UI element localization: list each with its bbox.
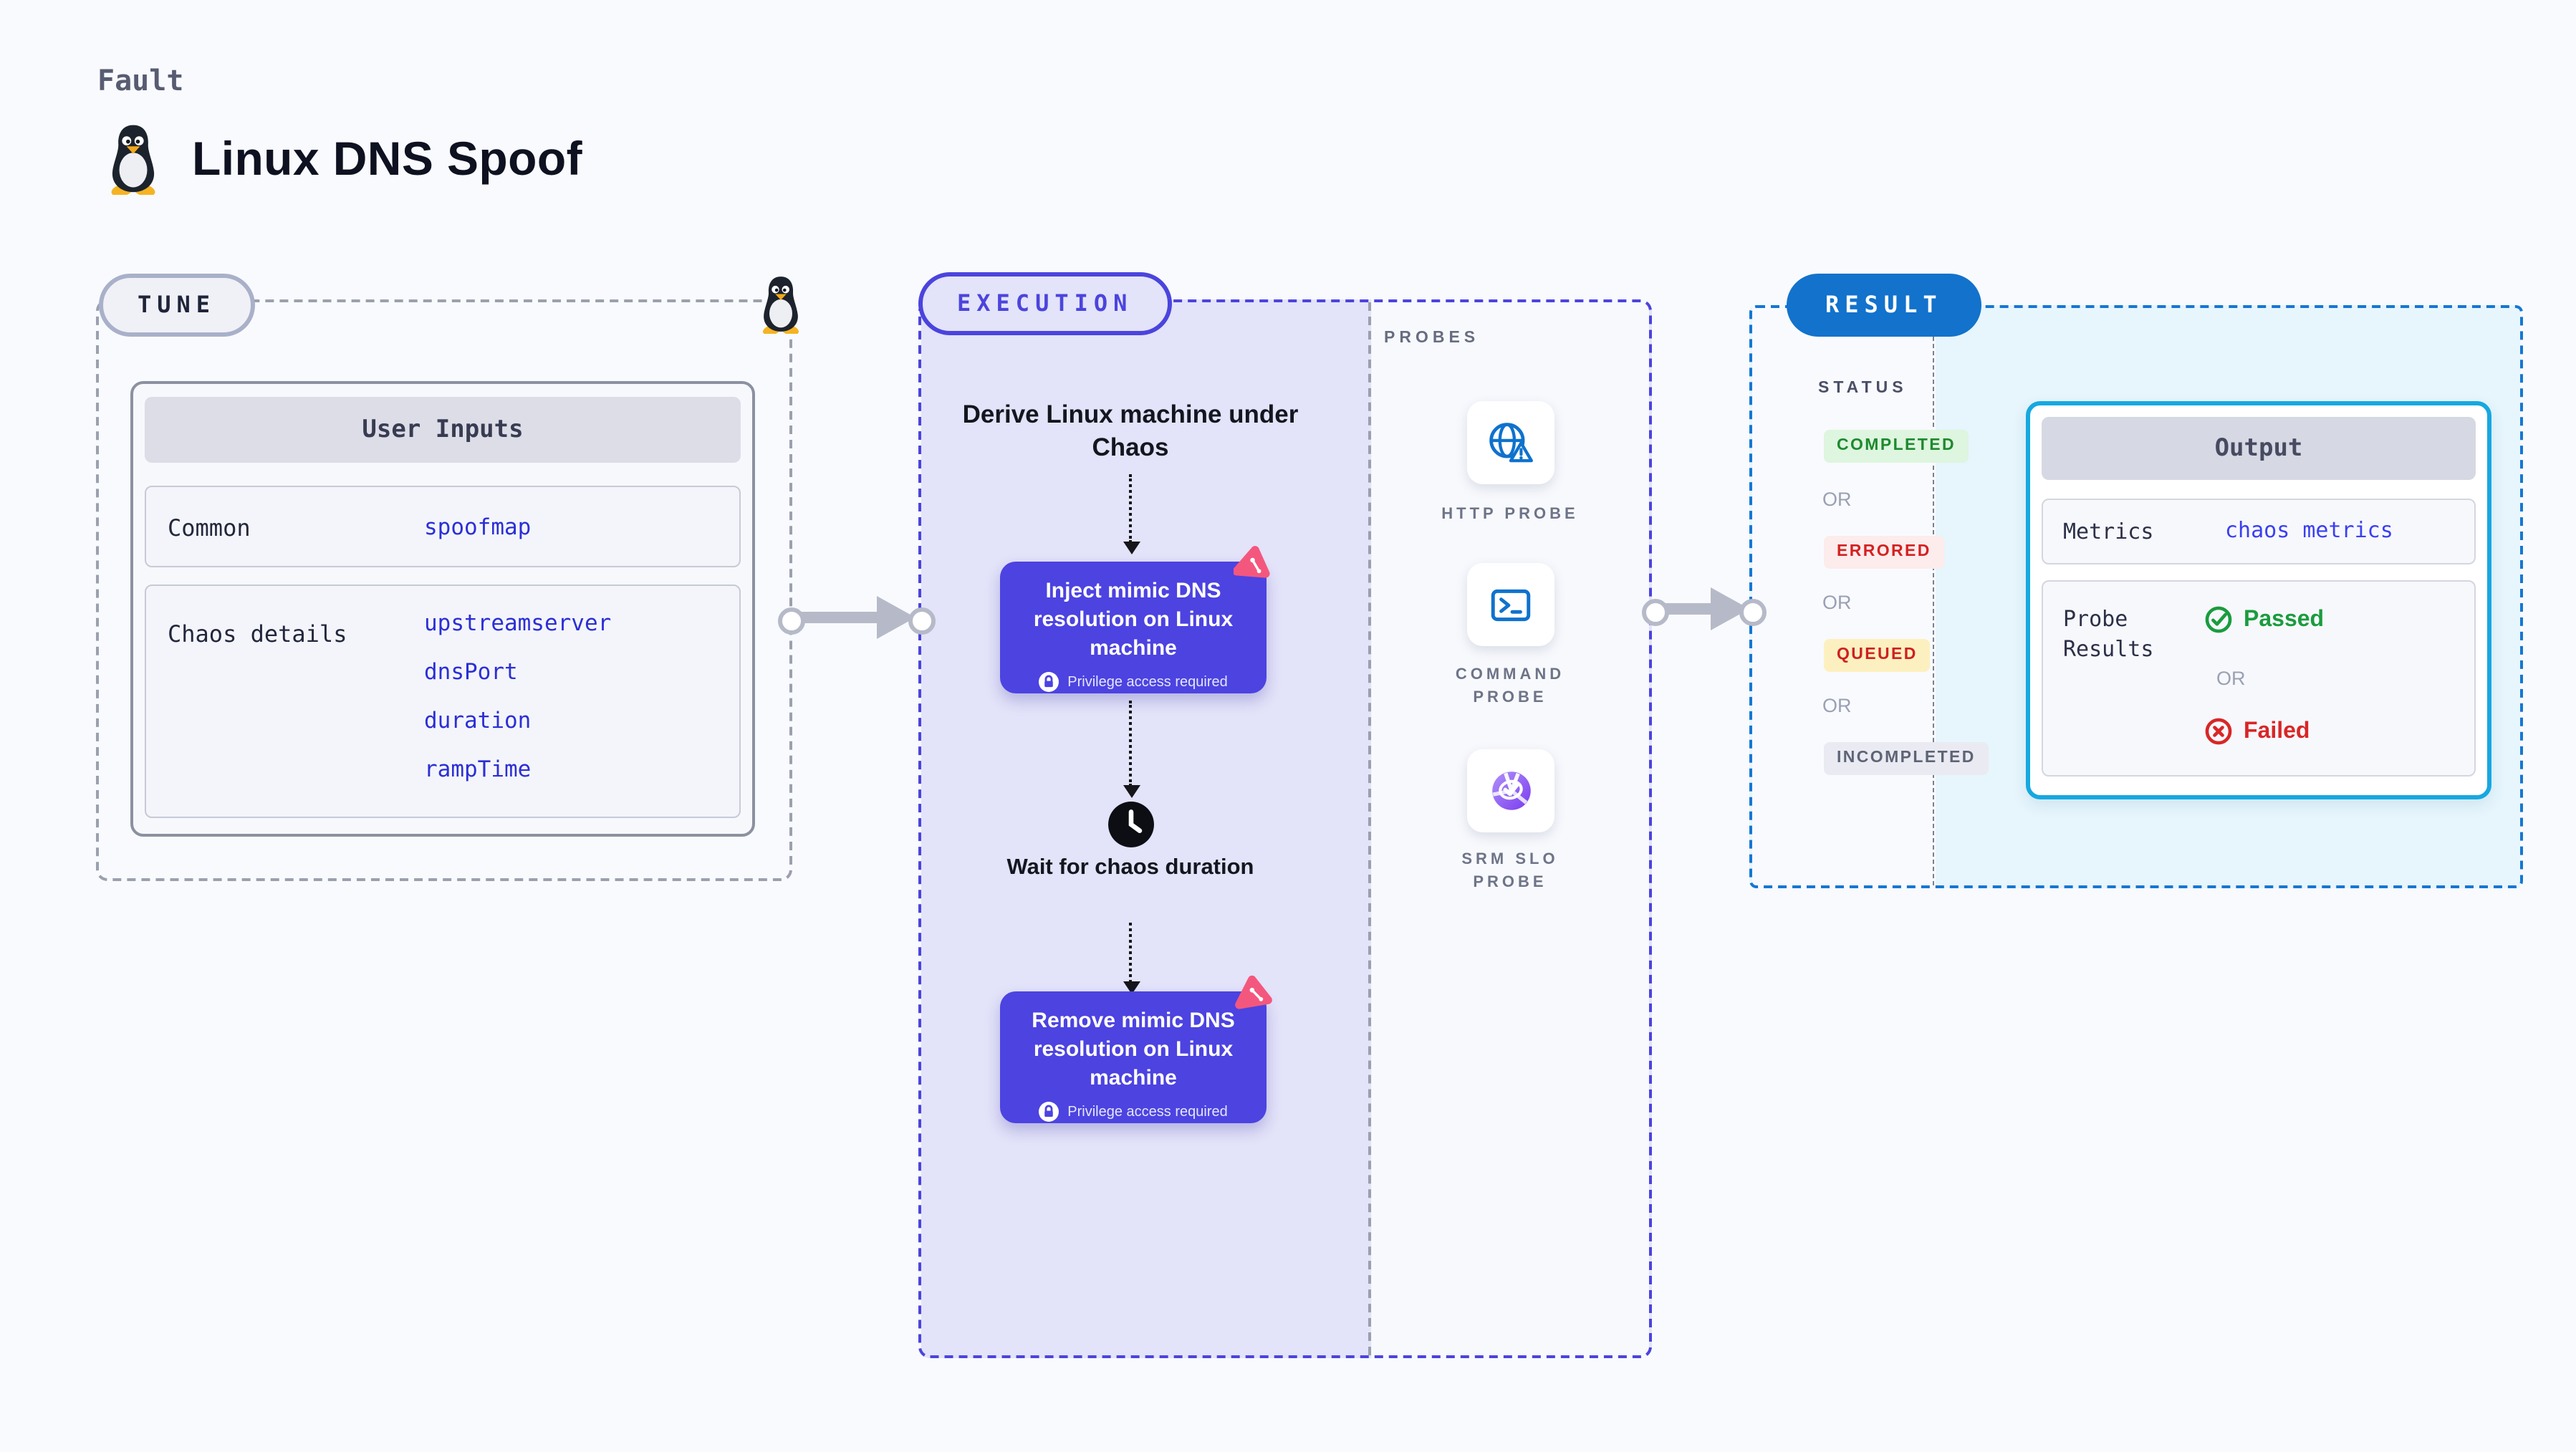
input-value[interactable]: dnsPort [424, 648, 611, 696]
linux-tux-icon [110, 125, 157, 195]
failed-x-icon [2205, 718, 2232, 745]
connector-dot [1739, 599, 1767, 626]
input-row-chaos-details: Chaos details upstreamserver dnsPort dur… [145, 585, 741, 818]
connector-dot [1642, 599, 1669, 626]
flow-dotted-line [1129, 701, 1132, 787]
flow-dotted-line [1129, 923, 1132, 983]
probe-results-label: Probe Results [2063, 606, 2154, 662]
status-heading: STATUS [1818, 380, 1908, 397]
input-row-label: Chaos details [168, 620, 347, 648]
slo-pie-icon [1486, 766, 1535, 815]
metrics-value[interactable]: chaos metrics [2225, 517, 2393, 543]
input-row-common: Common spoofmap [145, 486, 741, 567]
srm-slo-probe-card[interactable] [1467, 749, 1554, 832]
globe-alert-icon [1486, 418, 1536, 467]
chaos-pink-icon [1234, 543, 1272, 582]
chaos-pink-icon [1234, 973, 1272, 1011]
status-badge-queued: QUEUED [1824, 639, 1931, 672]
connector-dot [908, 607, 936, 635]
input-value[interactable]: upstreamserver [424, 599, 611, 648]
page-title: Linux DNS Spoof [192, 132, 582, 185]
tune-section-pill: TUNE [99, 274, 255, 337]
metrics-label: Metrics [2063, 519, 2154, 544]
output-header: Output [2042, 417, 2476, 480]
tune-tux-icon [761, 277, 800, 334]
privilege-note: Privilege access required [1067, 674, 1228, 690]
title-row: Linux DNS Spoof [103, 123, 582, 195]
lock-icon [1039, 672, 1059, 692]
privilege-note: Privilege access required [1067, 1104, 1228, 1120]
lock-icon [1039, 1102, 1059, 1122]
remove-dns-node[interactable]: Remove mimic DNS resolution on Linux mac… [1000, 991, 1267, 1123]
input-value[interactable]: rampTime [424, 745, 611, 794]
derive-step-text: Derive Linux machine under Chaos [962, 400, 1299, 461]
passed-label: Passed [2244, 607, 2325, 631]
or-label: OR [1822, 592, 1852, 613]
or-label: OR [1822, 489, 1852, 510]
fault-category-label: Fault [97, 63, 184, 97]
http-probe-card[interactable] [1467, 401, 1554, 484]
inject-dns-text: Inject mimic DNS resolution on Linux mac… [1033, 579, 1234, 660]
result-divider [1933, 308, 1934, 885]
result-section-pill: RESULT [1787, 274, 1981, 337]
command-probe-card[interactable] [1467, 563, 1554, 646]
wait-clock-icon [1107, 801, 1155, 848]
status-badge-completed: COMPLETED [1824, 430, 1969, 463]
status-badge-errored: ERRORED [1824, 536, 1944, 569]
flow-arrow-head [1123, 542, 1140, 554]
status-badge-incompleted: INCOMPLETED [1824, 742, 1989, 775]
execution-section-pill: EXECUTION [918, 272, 1172, 335]
flow-dotted-line [1129, 474, 1132, 543]
metrics-row: Metrics chaos metrics [2042, 499, 2476, 564]
command-probe-label: COMMAND PROBE [1455, 666, 1565, 706]
input-row-label: Common [168, 514, 251, 542]
http-probe-label: HTTP PROBE [1441, 506, 1579, 523]
user-inputs-header: User Inputs [145, 397, 741, 463]
flow-arrow-head [1123, 785, 1140, 798]
probes-divider [1368, 302, 1371, 1355]
fault-diagram: Fault Linux DNS Spoof TUNE User Inputs C… [0, 0, 2576, 1452]
inject-dns-node[interactable]: Inject mimic DNS resolution on Linux mac… [1000, 562, 1267, 693]
probe-results-row: Probe Results Passed OR Failed [2042, 580, 2476, 777]
or-label: OR [1822, 695, 1852, 716]
wait-step-text: Wait for chaos duration [1006, 855, 1254, 880]
remove-dns-text: Remove mimic DNS resolution on Linux mac… [1032, 1009, 1235, 1090]
input-value[interactable]: spoofmap [424, 503, 531, 552]
probes-heading: PROBES [1384, 330, 1480, 347]
passed-check-icon [2205, 606, 2232, 633]
terminal-icon [1487, 581, 1534, 628]
input-value[interactable]: duration [424, 696, 611, 745]
or-label: OR [2216, 668, 2246, 689]
srm-slo-probe-label: SRM SLO PROBE [1461, 851, 1559, 891]
connector-dot [778, 607, 805, 635]
failed-label: Failed [2244, 718, 2310, 743]
